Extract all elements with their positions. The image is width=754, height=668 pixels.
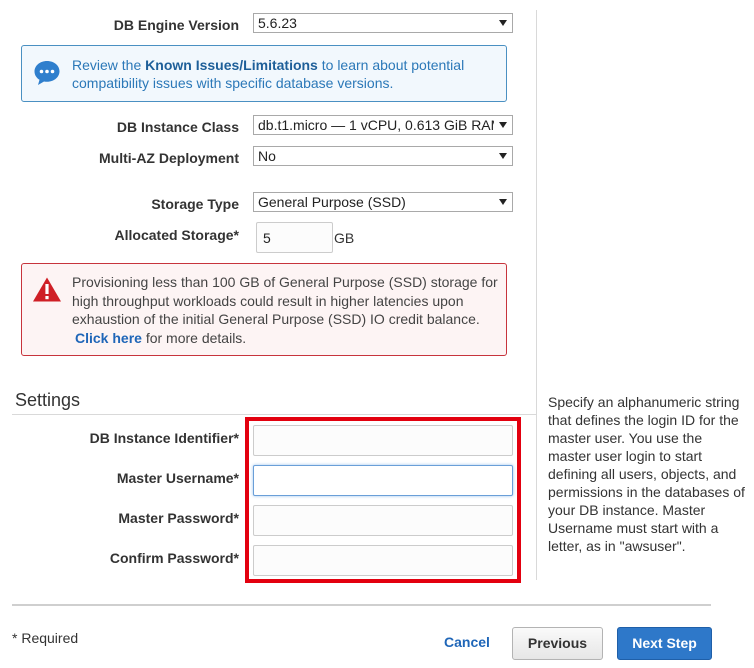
cancel-button[interactable]: Cancel bbox=[444, 634, 490, 650]
chevron-down-icon bbox=[499, 199, 507, 205]
storage-type-value: General Purpose (SSD) bbox=[258, 194, 406, 210]
next-step-button[interactable]: Next Step bbox=[617, 627, 712, 660]
speech-bubble-icon bbox=[34, 61, 60, 85]
help-column-divider bbox=[536, 10, 537, 580]
engine-version-select[interactable]: 5.6.23 bbox=[253, 13, 513, 33]
previous-button[interactable]: Previous bbox=[512, 627, 603, 660]
known-issues-info-box: Review the Known Issues/Limitations to l… bbox=[21, 45, 507, 102]
warning-suffix: for more details. bbox=[145, 329, 247, 346]
storage-type-select[interactable]: General Purpose (SSD) bbox=[253, 192, 513, 212]
chevron-down-icon bbox=[499, 122, 507, 128]
multi-az-select[interactable]: No bbox=[253, 146, 513, 166]
settings-heading: Settings bbox=[15, 390, 81, 410]
multi-az-value: No bbox=[258, 148, 276, 164]
instance-class-select[interactable]: db.t1.micro — 1 vCPU, 0.613 GiB RAM bbox=[253, 115, 513, 135]
storage-warning-box: Provisioning less than 100 GB of General… bbox=[21, 263, 507, 356]
allocated-storage-unit: GB bbox=[334, 230, 355, 246]
engine-version-label: DB Engine Version bbox=[113, 17, 239, 33]
info-prefix: Review the bbox=[72, 57, 142, 73]
allocated-storage-label: Allocated Storage* bbox=[114, 227, 239, 243]
master-username-help-text: Specify an alphanumeric string that defi… bbox=[548, 394, 745, 554]
warning-text: Provisioning less than 100 GB of General… bbox=[72, 273, 502, 347]
instance-class-value: db.t1.micro — 1 vCPU, 0.613 GiB RAM bbox=[258, 117, 494, 133]
storage-type-label: Storage Type bbox=[151, 196, 239, 212]
master-username-label: Master Username* bbox=[116, 470, 239, 486]
footer-divider bbox=[12, 604, 711, 606]
known-issues-link[interactable]: Known Issues/Limitations bbox=[145, 57, 318, 73]
info-text: Review the Known Issues/Limitations to l… bbox=[72, 56, 492, 92]
instance-class-label: DB Instance Class bbox=[116, 119, 239, 135]
confirm-password-label: Confirm Password* bbox=[109, 550, 239, 566]
click-here-link[interactable]: Click here bbox=[75, 330, 142, 346]
allocated-storage-input[interactable] bbox=[256, 222, 333, 253]
required-note: * Required bbox=[12, 630, 79, 646]
multi-az-label: Multi-AZ Deployment bbox=[99, 150, 239, 166]
chevron-down-icon bbox=[499, 20, 507, 26]
highlight-rectangle bbox=[245, 417, 521, 583]
settings-divider bbox=[12, 414, 537, 415]
master-password-label: Master Password* bbox=[118, 510, 239, 526]
engine-version-value: 5.6.23 bbox=[258, 15, 297, 31]
warning-message: Provisioning less than 100 GB of General… bbox=[72, 274, 498, 327]
warning-triangle-icon bbox=[33, 277, 61, 302]
chevron-down-icon bbox=[499, 153, 507, 159]
instance-identifier-label: DB Instance Identifier* bbox=[89, 430, 239, 446]
